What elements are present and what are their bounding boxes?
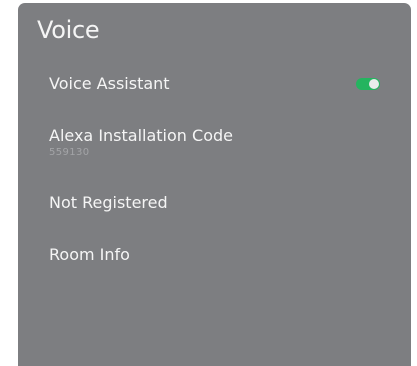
menu-item-voice-assistant[interactable]: Voice Assistant [49, 74, 384, 98]
panel-title: Voice [37, 16, 100, 44]
menu-item-label: Voice Assistant [49, 74, 170, 93]
menu-item-label: Room Info [49, 245, 130, 264]
voice-assistant-toggle[interactable] [356, 78, 380, 90]
menu-item-not-registered[interactable]: Not Registered [49, 193, 384, 217]
menu-item-room-info[interactable]: Room Info [49, 245, 384, 269]
menu-item-alexa-installation-code[interactable]: Alexa Installation Code 559130 [49, 126, 384, 166]
menu-item-label: Not Registered [49, 193, 168, 212]
voice-settings-panel: Voice Voice Assistant Alexa Installation… [18, 3, 411, 366]
alexa-installation-code-value: 559130 [49, 147, 90, 158]
toggle-knob [369, 79, 379, 89]
menu-item-label: Alexa Installation Code [49, 126, 233, 145]
